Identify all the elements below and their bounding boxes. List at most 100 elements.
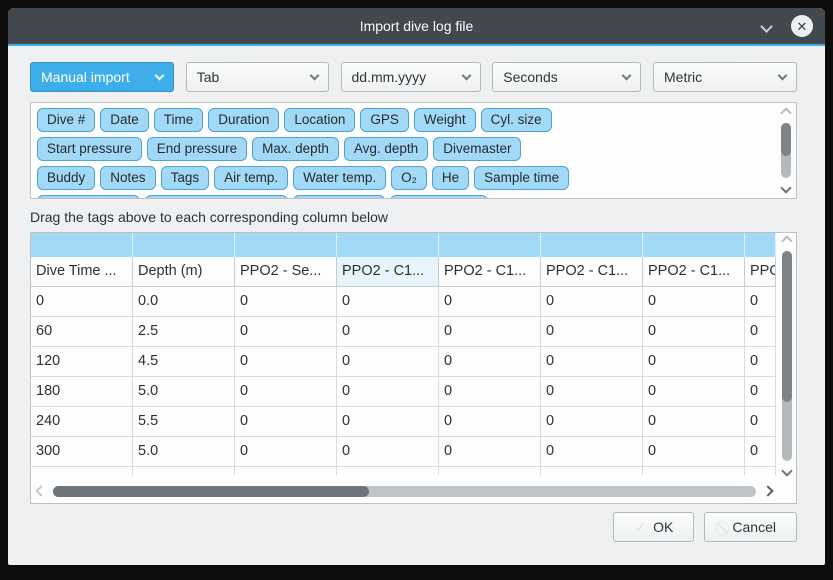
table-row: 1204.5000000: [31, 347, 776, 377]
vertical-scrollbar[interactable]: [780, 235, 794, 477]
import-source-select[interactable]: Manual import: [30, 62, 174, 92]
scroll-down-icon[interactable]: [781, 465, 792, 476]
column-header[interactable]: Depth (m): [133, 257, 235, 287]
column-header[interactable]: PPO2 - C1...: [541, 257, 643, 287]
ok-button[interactable]: ✓ OK: [613, 512, 694, 542]
drag-instruction-label: Drag the tags above to each correspondin…: [30, 209, 797, 225]
table-cell: 0: [337, 317, 439, 347]
tag-gps[interactable]: GPS: [360, 108, 409, 132]
csv-preview-table: Dive Time ...Depth (m)PPO2 - Se...PPO2 -…: [30, 232, 797, 504]
scrollbar-thumb[interactable]: [782, 251, 792, 402]
tag-weight[interactable]: Weight: [414, 108, 476, 132]
table-cell: 120: [31, 347, 133, 377]
drop-target-cell[interactable]: [643, 233, 745, 257]
table-cell: 0: [31, 287, 133, 317]
column-header[interactable]: PPO2 - C1...: [439, 257, 541, 287]
tag-sample-po[interactable]: Sample pO₂: [293, 195, 386, 199]
tag-max-depth[interactable]: Max. depth: [252, 137, 339, 161]
table-cell: 0: [235, 407, 337, 437]
scroll-left-icon[interactable]: [35, 485, 46, 496]
drop-target-cell[interactable]: [541, 233, 643, 257]
close-button[interactable]: ✕: [791, 15, 813, 37]
drop-target-cell[interactable]: [745, 233, 776, 257]
table-cell: 5.0: [133, 437, 235, 467]
table-cell: [133, 467, 235, 475]
table-cell: 60: [31, 317, 133, 347]
table-cell: 0: [439, 317, 541, 347]
cancel-button[interactable]: ⃠ Cancel: [704, 512, 797, 542]
tag-end-pressure[interactable]: End pressure: [147, 137, 247, 161]
tag-sample-depth[interactable]: Sample depth: [37, 195, 140, 199]
tag-divemaster[interactable]: Divemaster: [433, 137, 521, 161]
table-cell: [643, 467, 745, 475]
date-format-select[interactable]: dd.mm.yyyy: [341, 62, 481, 92]
table-cell: [439, 467, 541, 475]
scroll-down-icon[interactable]: [780, 182, 791, 193]
scrollbar-track[interactable]: [781, 123, 791, 178]
table-cell: 0: [337, 437, 439, 467]
tag-avg-depth[interactable]: Avg. depth: [344, 137, 428, 161]
combo-value: Manual import: [41, 69, 130, 85]
column-header[interactable]: PPO2 - C1...: [337, 257, 439, 287]
partial-row: [31, 467, 776, 475]
tag-duration[interactable]: Duration: [208, 108, 279, 132]
table-cell: [337, 467, 439, 475]
table-cell: 4.5: [133, 347, 235, 377]
scrollbar-thumb[interactable]: [53, 486, 369, 497]
tag-sample-temperature[interactable]: Sample temperature: [145, 195, 287, 199]
scroll-up-icon[interactable]: [780, 107, 791, 118]
table-cell: 0: [745, 287, 776, 317]
dialog-button-row: ✓ OK ⃠ Cancel: [30, 512, 797, 542]
tag-sample-time[interactable]: Sample time: [474, 166, 569, 190]
tag-he[interactable]: He: [432, 166, 469, 190]
duration-format-select[interactable]: Seconds: [492, 62, 641, 92]
combo-value: Seconds: [503, 69, 557, 85]
drop-target-cell[interactable]: [31, 233, 133, 257]
chevron-down-icon[interactable]: [760, 20, 773, 33]
tag-row: Sample depth Sample temperature Sample pO₂…: [37, 195, 774, 199]
drop-target-cell[interactable]: [235, 233, 337, 257]
drop-target-cell[interactable]: [439, 233, 541, 257]
tag-tags[interactable]: Tags: [161, 166, 210, 190]
table-cell: 0: [439, 377, 541, 407]
tag-notes[interactable]: Notes: [100, 166, 155, 190]
table-cell: 0: [541, 377, 643, 407]
tag-cyl-size[interactable]: Cyl. size: [481, 108, 552, 132]
table-cell: 0: [541, 437, 643, 467]
column-header[interactable]: PPO2: [745, 257, 776, 287]
column-header[interactable]: Dive Time ...: [31, 257, 133, 287]
scroll-up-icon[interactable]: [781, 235, 792, 246]
drop-target-cell[interactable]: [133, 233, 235, 257]
column-header[interactable]: PPO2 - Se...: [235, 257, 337, 287]
tag-row: Start pressureEnd pressureMax. depthAvg.…: [37, 137, 774, 161]
tag-o[interactable]: O₂: [391, 166, 427, 190]
tag-start-pressure[interactable]: Start pressure: [37, 137, 142, 161]
tag-location[interactable]: Location: [284, 108, 355, 132]
tag-time[interactable]: Time: [154, 108, 204, 132]
units-select[interactable]: Metric: [653, 62, 797, 92]
scroll-right-icon[interactable]: [762, 485, 773, 496]
tag-air-temp[interactable]: Air temp.: [214, 166, 288, 190]
column-header[interactable]: PPO2 - C1...: [643, 257, 745, 287]
scrollbar-track[interactable]: [782, 251, 792, 461]
table-cell: 0: [439, 347, 541, 377]
tag-water-temp[interactable]: Water temp.: [293, 166, 386, 190]
table-cell: 0: [235, 347, 337, 377]
chevron-down-icon: [622, 71, 632, 81]
table-cell: 0: [235, 377, 337, 407]
tag-date[interactable]: Date: [100, 108, 149, 132]
horizontal-scrollbar[interactable]: [37, 484, 772, 498]
table-cell: 0: [439, 407, 541, 437]
field-separator-select[interactable]: Tab: [186, 62, 329, 92]
scrollbar-thumb[interactable]: [781, 123, 791, 156]
tag-sample-cns[interactable]: Sample CNS: [390, 195, 488, 199]
table-cell: 0: [745, 377, 776, 407]
titlebar[interactable]: Import dive log file ✕: [8, 8, 825, 44]
table-cell: 300: [31, 437, 133, 467]
tag-dive[interactable]: Dive #: [37, 108, 95, 132]
drop-target-cell[interactable]: [337, 233, 439, 257]
vertical-scrollbar[interactable]: [779, 107, 793, 194]
tag-buddy[interactable]: Buddy: [37, 166, 95, 190]
scrollbar-track[interactable]: [53, 486, 756, 497]
table-cell: 0: [337, 377, 439, 407]
